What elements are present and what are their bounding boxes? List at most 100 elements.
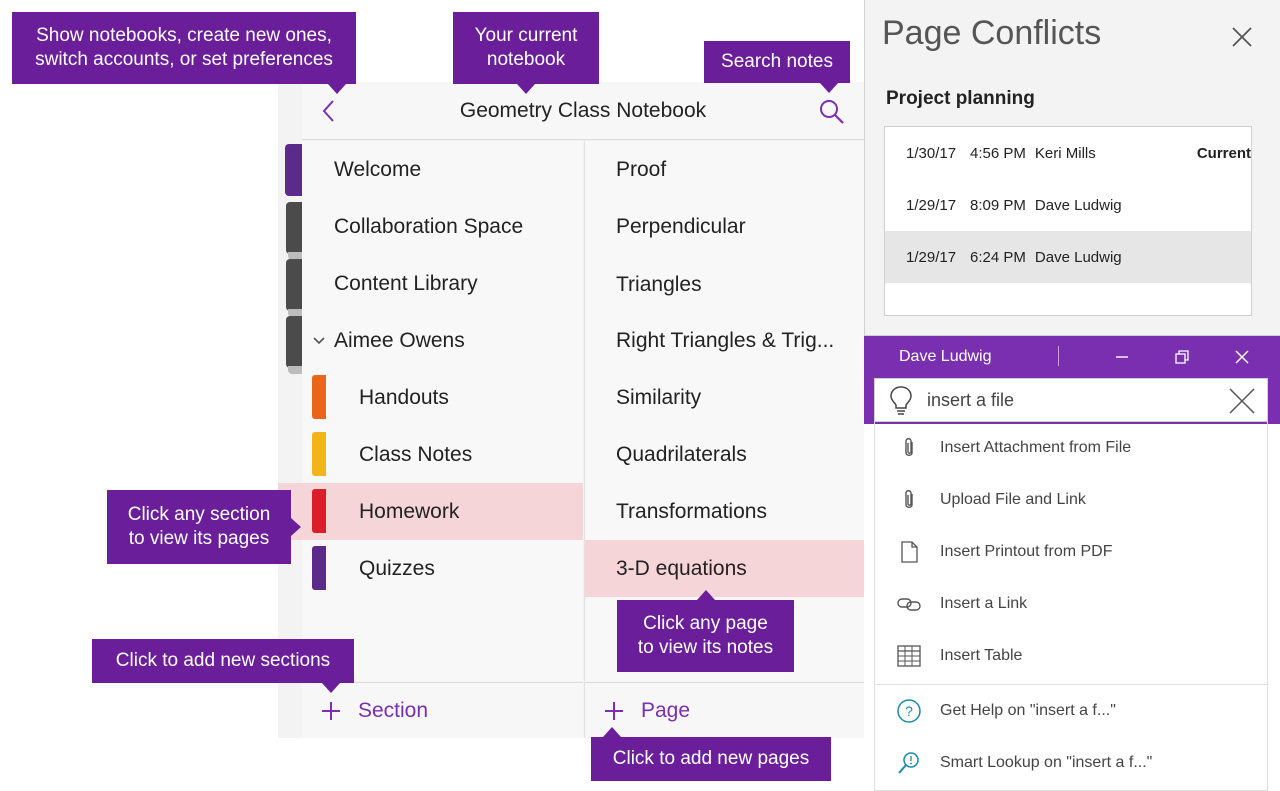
callout-notebooks: Show notebooks, create new ones, switch …: [12, 12, 356, 94]
plus-icon: [605, 701, 623, 720]
section-color-tab: [312, 489, 326, 533]
clear-search-button[interactable]: [1227, 386, 1257, 416]
callout-arrow: [328, 84, 346, 94]
menu-item-smart-lookup[interactable]: Smart Lookup on "insert a f...": [874, 737, 1268, 789]
back-button[interactable]: [318, 98, 342, 124]
close-icon: [1232, 27, 1252, 47]
callout-add-sections: Click to add new sections: [92, 639, 354, 693]
page-item[interactable]: Quadrilaterals: [585, 426, 865, 483]
restore-icon: [1175, 350, 1189, 364]
page-label: 3-D equations: [616, 556, 747, 580]
page-label: Triangles: [616, 272, 702, 296]
page-label: Similarity: [616, 385, 702, 409]
notebook-tab[interactable]: [286, 202, 302, 260]
menu-item-insert-attachment[interactable]: Insert Attachment from File: [874, 422, 1268, 474]
svg-text:?: ?: [905, 703, 913, 719]
add-section-label: Section: [358, 698, 429, 722]
chevron-down-icon: [313, 336, 325, 344]
plus-icon: [322, 701, 340, 720]
smart-lookup-icon: [886, 750, 932, 776]
minimize-button[interactable]: [1113, 348, 1131, 366]
page-label: Right Triangles & Trig...: [616, 328, 835, 352]
callout-text: Click any page to view its notes: [637, 613, 774, 658]
menu-item-label: Get Help on "insert a f...": [940, 702, 1116, 719]
add-page-button[interactable]: Page: [584, 682, 864, 738]
notebook-title[interactable]: Geometry Class Notebook: [302, 82, 864, 140]
section-label: Welcome: [334, 157, 422, 181]
version-date: 1/30/17: [906, 144, 957, 162]
search-input-value[interactable]: insert a file: [927, 390, 1014, 411]
version-author: Dave Ludwig: [1034, 248, 1122, 266]
page-item-selected[interactable]: 3-D equations: [585, 540, 865, 597]
section-color-tab: [312, 546, 326, 590]
menu-item-label: Upload File and Link: [940, 491, 1086, 508]
section-group-label: Aimee Owens: [334, 328, 465, 352]
page-item[interactable]: Proof: [585, 141, 865, 198]
add-section-button[interactable]: Section: [302, 682, 583, 738]
notebook-tab-purple[interactable]: [285, 144, 302, 196]
search-button[interactable]: [818, 98, 846, 126]
conflict-version-row-selected[interactable]: 1/29/17 6:24 PM Dave Ludwig: [885, 231, 1251, 283]
help-icon: ?: [886, 698, 932, 724]
title-bar-divider: [1058, 346, 1059, 366]
callout-text: Your current notebook: [474, 25, 578, 70]
menu-item-insert-table[interactable]: Insert Table: [874, 630, 1268, 682]
title-bar: Dave Ludwig: [864, 336, 1280, 378]
paperclip-icon: [886, 436, 932, 460]
restore-button[interactable]: [1173, 348, 1191, 366]
notebook-tab[interactable]: [286, 316, 302, 374]
conflict-version-row[interactable]: 1/30/17 4:56 PM Keri Mills Current: [885, 127, 1251, 179]
callout-arrow: [820, 83, 838, 93]
menu-item-upload-file[interactable]: Upload File and Link: [874, 474, 1268, 526]
section-item-handouts[interactable]: Handouts: [302, 369, 583, 426]
version-date: 1/29/17: [906, 248, 957, 266]
window-close-button[interactable]: [1233, 348, 1251, 366]
section-label: Quizzes: [359, 556, 435, 580]
callout-text: Show notebooks, create new ones, switch …: [35, 25, 333, 70]
notebook-tab[interactable]: [286, 259, 302, 317]
conflict-page-name: Project planning: [886, 88, 1035, 109]
callout-arrow: [603, 727, 621, 737]
callout-arrow: [697, 590, 715, 600]
menu-item-label: Insert Attachment from File: [940, 439, 1132, 456]
section-item-class-notes[interactable]: Class Notes: [302, 426, 583, 483]
page-item[interactable]: Transformations: [585, 483, 865, 540]
version-time: 4:56 PM: [970, 144, 1026, 162]
version-time: 8:09 PM: [970, 196, 1026, 214]
section-label: Collaboration Space: [334, 214, 524, 238]
callout-search: Search notes: [704, 41, 850, 93]
chevron-left-icon: [322, 100, 334, 122]
tell-me-panel: Dave Ludwig insert a file Insert Attachm…: [864, 336, 1280, 791]
section-label: Handouts: [359, 385, 449, 409]
section-group-aimee-owens[interactable]: Aimee Owens: [302, 312, 583, 369]
section-color-tab: [312, 432, 326, 476]
section-item-content-library[interactable]: Content Library: [302, 255, 583, 312]
section-item-collaboration-space[interactable]: Collaboration Space: [302, 198, 583, 255]
close-icon: [1235, 350, 1249, 364]
page-item[interactable]: Similarity: [585, 369, 865, 426]
current-badge: Current: [1196, 144, 1251, 162]
page-item[interactable]: Perpendicular: [585, 198, 865, 255]
page-item[interactable]: Right Triangles & Trig...: [585, 312, 865, 369]
tell-me-search[interactable]: insert a file: [874, 378, 1268, 422]
lightbulb-icon: [890, 386, 912, 415]
section-item-quizzes[interactable]: Quizzes: [302, 540, 583, 597]
section-item-welcome[interactable]: Welcome: [302, 141, 583, 198]
menu-item-label: Insert a Link: [940, 595, 1028, 612]
page-label: Proof: [616, 157, 667, 181]
section-item-homework[interactable]: Homework: [278, 483, 583, 540]
page-label: Perpendicular: [616, 214, 746, 238]
page-item[interactable]: Triangles: [585, 256, 865, 313]
menu-item-insert-printout[interactable]: Insert Printout from PDF: [874, 526, 1268, 578]
add-page-label: Page: [641, 698, 691, 722]
menu-item-get-help[interactable]: ? Get Help on "insert a f...": [874, 685, 1268, 737]
notebook-header: Geometry Class Notebook: [302, 82, 864, 140]
panel-title: Page Conflicts: [882, 14, 1102, 52]
page-conflicts-panel: Page Conflicts Project planning 1/30/17 …: [864, 0, 1280, 336]
minimize-icon: [1116, 356, 1128, 358]
menu-item-insert-link[interactable]: Insert a Link: [874, 578, 1268, 630]
close-button[interactable]: [1231, 26, 1253, 48]
menu-item-label: Insert Printout from PDF: [940, 543, 1113, 560]
conflict-version-row[interactable]: 1/29/17 8:09 PM Dave Ludwig: [885, 179, 1251, 231]
section-label: Homework: [359, 499, 460, 523]
